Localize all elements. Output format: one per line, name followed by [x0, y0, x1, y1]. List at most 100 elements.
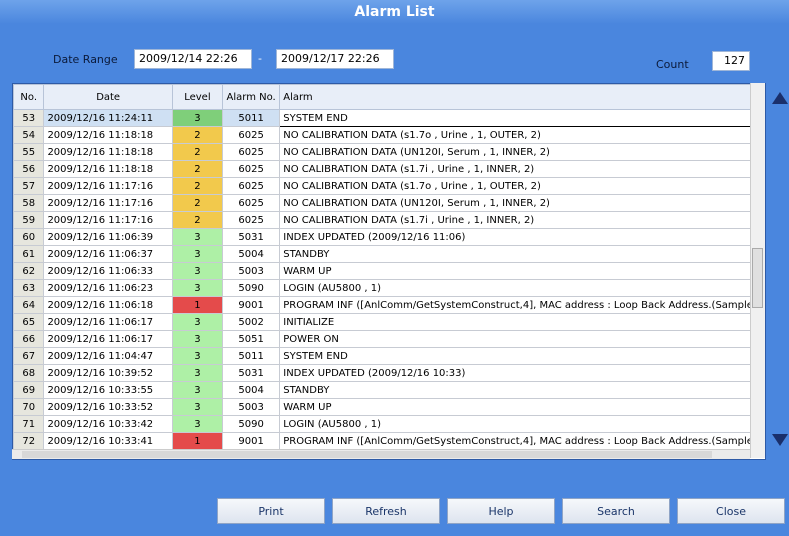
row-alarm-text: SYSTEM END	[279, 347, 765, 365]
row-number: 55	[13, 143, 45, 161]
row-date: 2009/12/16 11:17:16	[43, 211, 173, 229]
table-row[interactable]: 69 2009/12/16 10:33:55 3 5004 STANDBY	[13, 381, 765, 399]
table-row[interactable]: 64 2009/12/16 11:06:18 1 9001 PROGRAM INF ([…	[13, 296, 765, 314]
row-alarm-no: 5002	[222, 313, 281, 331]
column-header-alarm[interactable]: Alarm	[279, 84, 765, 110]
column-header-no[interactable]: No.	[13, 84, 45, 110]
row-alarm-text: SYSTEM END	[279, 109, 765, 127]
table-row[interactable]: 63 2009/12/16 11:06:23 3 5090 LOGIN (AU5800 …	[13, 279, 765, 297]
table-row[interactable]: 66 2009/12/16 11:06:17 3 5051 POWER ON	[13, 330, 765, 348]
table-row[interactable]: 71 2009/12/16 10:33:42 3 5090 LOGIN (AU5800 …	[13, 415, 765, 433]
row-alarm-text: PROGRAM INF ([AnlComm/GetSystemConstruct…	[279, 296, 765, 314]
row-number: 68	[13, 364, 45, 382]
row-date: 2009/12/16 10:33:42	[43, 415, 173, 433]
date-to-field[interactable]: 2009/12/17 22:26	[276, 49, 394, 69]
row-alarm-no: 5051	[222, 330, 281, 348]
row-number: 53	[13, 109, 45, 127]
date-from-field[interactable]: 2009/12/14 22:26	[134, 49, 252, 69]
row-alarm-no: 5011	[222, 347, 281, 365]
table-row[interactable]: 60 2009/12/16 11:06:39 3 5031 INDEX UPDATED …	[13, 228, 765, 246]
row-alarm-no: 6025	[222, 126, 281, 144]
row-date: 2009/12/16 10:33:55	[43, 381, 173, 399]
row-alarm-text: STANDBY	[279, 245, 765, 263]
row-date: 2009/12/16 11:06:23	[43, 279, 173, 297]
table-row[interactable]: 68 2009/12/16 10:39:52 3 5031 INDEX UPDATED …	[13, 364, 765, 382]
row-alarm-text: NO CALIBRATION DATA (s1.7i , Urine , 1, …	[279, 160, 765, 178]
row-alarm-no: 6025	[222, 143, 281, 161]
row-number: 70	[13, 398, 45, 416]
table-row[interactable]: 67 2009/12/16 11:04:47 3 5011 SYSTEM END	[13, 347, 765, 365]
row-level: 3	[171, 228, 224, 246]
table-row[interactable]: 53 2009/12/16 11:24:11 3 5011 SYSTEM END	[13, 109, 765, 127]
row-date: 2009/12/16 10:33:41	[43, 432, 173, 450]
row-number: 58	[13, 194, 45, 212]
vertical-scrollbar[interactable]	[750, 83, 765, 458]
table-row[interactable]: 56 2009/12/16 11:18:18 2 6025 NO CALIBRATION…	[13, 160, 765, 178]
row-alarm-no: 5011	[222, 109, 281, 127]
table-row[interactable]: 65 2009/12/16 11:06:17 3 5002 INITIALIZE	[13, 313, 765, 331]
horizontal-scrollbar[interactable]	[12, 449, 750, 459]
row-date: 2009/12/16 11:04:47	[43, 347, 173, 365]
row-date: 2009/12/16 11:06:33	[43, 262, 173, 280]
close-button[interactable]: Close	[677, 498, 785, 524]
row-level: 2	[171, 194, 224, 212]
row-number: 69	[13, 381, 45, 399]
row-number: 54	[13, 126, 45, 144]
page-up-button[interactable]	[771, 86, 789, 110]
table-row[interactable]: 57 2009/12/16 11:17:16 2 6025 NO CALIBRATION…	[13, 177, 765, 195]
row-alarm-no: 5003	[222, 398, 281, 416]
table-row[interactable]: 58 2009/12/16 11:17:16 2 6025 NO CALIBRATION…	[13, 194, 765, 212]
vertical-scroll-thumb[interactable]	[752, 248, 763, 308]
horizontal-scroll-thumb[interactable]	[22, 451, 712, 458]
row-alarm-no: 5090	[222, 279, 281, 297]
triangle-up-icon	[772, 92, 788, 104]
row-level: 3	[171, 262, 224, 280]
row-level: 3	[171, 109, 224, 127]
row-level: 3	[171, 279, 224, 297]
alarm-table[interactable]: No. Date Level Alarm No. Alarm 53 2009/12…	[12, 83, 766, 460]
row-alarm-no: 6025	[222, 194, 281, 212]
column-header-alarm-no[interactable]: Alarm No.	[222, 84, 281, 110]
count-value: 127	[712, 51, 750, 71]
row-alarm-text: LOGIN (AU5800 , 1)	[279, 415, 765, 433]
page-down-button[interactable]	[771, 428, 789, 452]
column-header-level[interactable]: Level	[171, 84, 224, 110]
row-number: 71	[13, 415, 45, 433]
table-row[interactable]: 61 2009/12/16 11:06:37 3 5004 STANDBY	[13, 245, 765, 263]
row-number: 63	[13, 279, 45, 297]
alarm-grid: No. Date Level Alarm No. Alarm 53 2009/12…	[13, 84, 765, 450]
row-alarm-text: INDEX UPDATED (2009/12/16 10:33)	[279, 364, 765, 382]
help-button[interactable]: Help	[447, 498, 555, 524]
row-level: 3	[171, 364, 224, 382]
row-level: 2	[171, 126, 224, 144]
row-level: 3	[171, 245, 224, 263]
row-alarm-no: 6025	[222, 211, 281, 229]
print-button[interactable]: Print	[217, 498, 325, 524]
date-separator: -	[258, 52, 262, 65]
row-date: 2009/12/16 11:18:18	[43, 143, 173, 161]
date-range-label: Date Range	[53, 53, 118, 66]
row-number: 60	[13, 228, 45, 246]
table-row[interactable]: 54 2009/12/16 11:18:18 2 6025 NO CALIBRATION…	[13, 126, 765, 144]
table-row[interactable]: 59 2009/12/16 11:17:16 2 6025 NO CALIBRATION…	[13, 211, 765, 229]
table-row[interactable]: 55 2009/12/16 11:18:18 2 6025 NO CALIBRATION…	[13, 143, 765, 161]
column-header-date[interactable]: Date	[43, 84, 173, 110]
row-alarm-no: 5031	[222, 228, 281, 246]
row-level: 3	[171, 415, 224, 433]
row-number: 62	[13, 262, 45, 280]
table-row[interactable]: 62 2009/12/16 11:06:33 3 5003 WARM UP	[13, 262, 765, 280]
row-level: 1	[171, 296, 224, 314]
row-date: 2009/12/16 11:17:16	[43, 194, 173, 212]
row-date: 2009/12/16 11:06:18	[43, 296, 173, 314]
row-alarm-no: 5004	[222, 381, 281, 399]
row-alarm-text: PROGRAM INF ([AnlComm/GetSystemConstruct…	[279, 432, 765, 450]
row-alarm-text: WARM UP	[279, 398, 765, 416]
table-row[interactable]: 72 2009/12/16 10:33:41 1 9001 PROGRAM INF ([…	[13, 432, 765, 450]
row-date: 2009/12/16 11:06:17	[43, 330, 173, 348]
table-row[interactable]: 70 2009/12/16 10:33:52 3 5003 WARM UP	[13, 398, 765, 416]
refresh-button[interactable]: Refresh	[332, 498, 440, 524]
search-button[interactable]: Search	[562, 498, 670, 524]
row-level: 1	[171, 432, 224, 450]
row-alarm-no: 5003	[222, 262, 281, 280]
row-number: 56	[13, 160, 45, 178]
